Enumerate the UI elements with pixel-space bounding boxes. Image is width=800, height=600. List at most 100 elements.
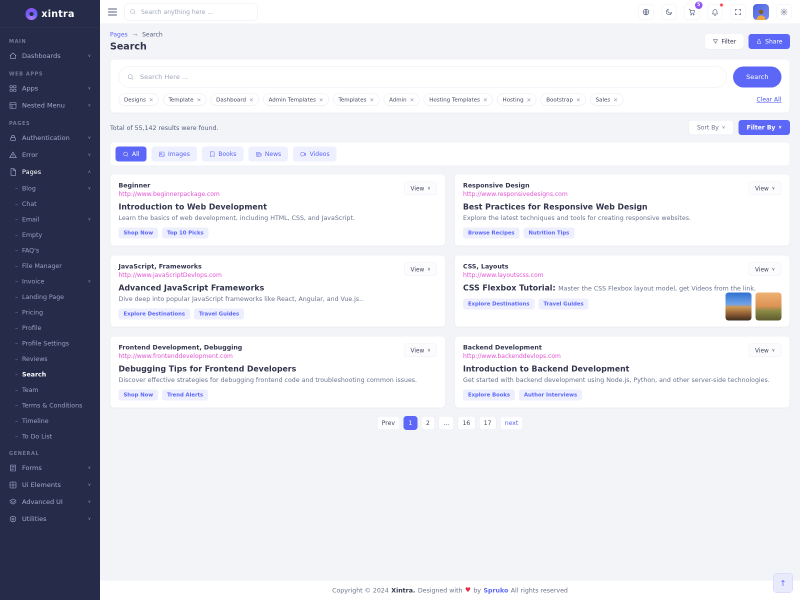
sidebar-item-dashboards[interactable]: Dashboards ∨ bbox=[0, 48, 100, 65]
search-tag-sales[interactable]: Sales × bbox=[590, 94, 623, 106]
sidebar-item-advanced-ui[interactable]: Advanced UI ∨ bbox=[0, 494, 100, 511]
result-url-link[interactable]: http://www.beginnerpackage.com bbox=[119, 191, 220, 198]
thumbnail-image[interactable] bbox=[756, 293, 782, 321]
header-search-input[interactable] bbox=[140, 8, 253, 16]
next-page-button[interactable]: next bbox=[500, 416, 523, 430]
result-title-link[interactable]: Introduction to Web Development bbox=[119, 203, 438, 212]
tag-remove-icon[interactable]: × bbox=[410, 96, 415, 103]
sidebar-subitem-terms-conditions[interactable]: – Terms & Conditions bbox=[0, 398, 100, 414]
page-button[interactable]: ... bbox=[438, 416, 454, 430]
search-tag-designs[interactable]: Designs × bbox=[119, 94, 159, 106]
tag-remove-icon[interactable]: × bbox=[483, 96, 488, 103]
search-tag-dashboard[interactable]: Dashboard × bbox=[211, 94, 259, 106]
tag-remove-icon[interactable]: × bbox=[249, 96, 254, 103]
sidebar-item-nested-menu[interactable]: Nested Menu ∨ bbox=[0, 97, 100, 114]
page-button-1[interactable]: 1 bbox=[403, 416, 417, 430]
notifications-button[interactable] bbox=[707, 4, 723, 20]
sidebar-item-forms[interactable]: Forms ∨ bbox=[0, 460, 100, 477]
tag-remove-icon[interactable]: × bbox=[197, 96, 202, 103]
sidebar-section-pages: PAGES bbox=[0, 114, 100, 130]
filter-by-button[interactable]: Filter By ∨ bbox=[739, 120, 790, 135]
sidebar-subitem-blog[interactable]: – Blog ∨ bbox=[0, 181, 100, 197]
search-tag-templates[interactable]: Templates × bbox=[333, 94, 380, 106]
page-button-17[interactable]: 17 bbox=[479, 416, 497, 430]
breadcrumb-pages-link[interactable]: Pages bbox=[110, 31, 128, 38]
result-title-link[interactable]: CSS Flexbox Tutorial: Master the CSS Fle… bbox=[463, 284, 782, 293]
user-avatar[interactable] bbox=[753, 4, 769, 20]
scroll-to-top-button[interactable]: ↑ bbox=[773, 573, 793, 593]
sidebar-item-error[interactable]: Error ∨ bbox=[0, 147, 100, 164]
sidebar-item-utilities[interactable]: Utilities ∨ bbox=[0, 511, 100, 528]
tab-all[interactable]: All bbox=[116, 147, 147, 162]
sort-by-button[interactable]: Sort By ∨ bbox=[688, 120, 733, 135]
tab-videos[interactable]: Videos bbox=[293, 147, 336, 162]
sidebar-subitem-reviews[interactable]: – Reviews bbox=[0, 351, 100, 367]
tab-news[interactable]: News bbox=[248, 147, 288, 162]
sidebar-item-pages[interactable]: Pages ∧ bbox=[0, 164, 100, 181]
main-search-input[interactable] bbox=[139, 73, 719, 82]
tab-images[interactable]: Images bbox=[151, 147, 196, 162]
result-title-link[interactable]: Introduction to Backend Development bbox=[463, 365, 782, 374]
search-tag-template[interactable]: Template × bbox=[163, 94, 207, 106]
tag-remove-icon[interactable]: × bbox=[369, 96, 374, 103]
share-button[interactable]: Share bbox=[749, 34, 790, 49]
fullscreen-button[interactable] bbox=[730, 4, 746, 20]
tag-remove-icon[interactable]: × bbox=[527, 96, 532, 103]
view-button[interactable]: View∨ bbox=[749, 182, 782, 196]
result-title-link[interactable]: Best Practices for Responsive Web Design bbox=[463, 203, 782, 212]
tab-books[interactable]: Books bbox=[202, 147, 244, 162]
search-tag-hosting[interactable]: Hosting × bbox=[497, 94, 537, 106]
sidebar-subitem-timeline[interactable]: – Timeline bbox=[0, 413, 100, 429]
search-tag-bootstrap[interactable]: Bootstrap × bbox=[541, 94, 586, 106]
sidebar-subitem-to-do-list[interactable]: – To Do List bbox=[0, 429, 100, 445]
sidebar-toggle-button[interactable] bbox=[108, 8, 117, 15]
search-tag-hosting-templates[interactable]: Hosting Templates × bbox=[424, 94, 493, 106]
search-tag-admin-templates[interactable]: Admin Templates × bbox=[263, 94, 329, 106]
dark-mode-button[interactable] bbox=[661, 4, 677, 20]
cart-button[interactable]: 5 bbox=[684, 4, 700, 20]
tag-remove-icon[interactable]: × bbox=[613, 96, 618, 103]
search-submit-button[interactable]: Search bbox=[733, 67, 781, 88]
view-button[interactable]: View∨ bbox=[404, 263, 437, 277]
search-tag-admin[interactable]: Admin × bbox=[384, 94, 420, 106]
sidebar-item-apps[interactable]: Apps ∨ bbox=[0, 80, 100, 97]
credit-link[interactable]: Spruko bbox=[483, 587, 508, 595]
view-button[interactable]: View∨ bbox=[749, 263, 782, 277]
result-title-link[interactable]: Debugging Tips for Frontend Developers bbox=[119, 365, 438, 374]
language-button[interactable] bbox=[638, 4, 654, 20]
filter-button[interactable]: Filter bbox=[705, 34, 744, 49]
sidebar-subitem-landing-page[interactable]: – Landing Page bbox=[0, 289, 100, 305]
sidebar-subitem-invoice[interactable]: – Invoice ∨ bbox=[0, 274, 100, 290]
view-button[interactable]: View∨ bbox=[749, 344, 782, 358]
result-url-link[interactable]: http://www.backenddevlops.com bbox=[463, 353, 561, 360]
thumbnail-image[interactable] bbox=[726, 293, 752, 321]
result-url-link[interactable]: http://www.layoutscss.com bbox=[463, 272, 544, 279]
sidebar-subitem-profile-settings[interactable]: – Profile Settings bbox=[0, 336, 100, 352]
settings-button[interactable] bbox=[776, 4, 792, 20]
tag-remove-icon[interactable]: × bbox=[149, 96, 154, 103]
page-button-2[interactable]: 2 bbox=[421, 416, 435, 430]
view-button[interactable]: View∨ bbox=[404, 344, 437, 358]
result-url-link[interactable]: http://www.frontenddevelopment.com bbox=[119, 353, 243, 360]
tag-remove-icon[interactable]: × bbox=[319, 96, 324, 103]
sidebar-subitem-empty[interactable]: – Empty bbox=[0, 227, 100, 243]
prev-page-button[interactable]: Prev bbox=[377, 416, 400, 430]
sidebar-subitem-pricing[interactable]: – Pricing bbox=[0, 305, 100, 321]
sidebar-subitem-team[interactable]: – Team bbox=[0, 382, 100, 398]
sidebar-subitem-file-manager[interactable]: – File Manager bbox=[0, 258, 100, 274]
sidebar-subitem-profile[interactable]: – Profile bbox=[0, 320, 100, 336]
result-url-link[interactable]: http://www.responsivedesigns.com bbox=[463, 191, 568, 198]
sidebar-subitem-email[interactable]: – Email ∨ bbox=[0, 212, 100, 228]
brand-logo[interactable]: xintra bbox=[0, 0, 100, 28]
sidebar-subitem-faq-s[interactable]: – FAQ's bbox=[0, 243, 100, 259]
tag-remove-icon[interactable]: × bbox=[576, 96, 581, 103]
view-button[interactable]: View∨ bbox=[404, 182, 437, 196]
sidebar-subitem-chat[interactable]: – Chat bbox=[0, 196, 100, 212]
result-title-link[interactable]: Advanced JavaScript Frameworks bbox=[119, 284, 438, 293]
sidebar-item-ui-elements[interactable]: Ui Elements ∨ bbox=[0, 477, 100, 494]
page-button-16[interactable]: 16 bbox=[458, 416, 476, 430]
sidebar-subitem-search[interactable]: – Search bbox=[0, 367, 100, 383]
clear-all-link[interactable]: Clear All bbox=[756, 96, 781, 103]
sidebar-item-authentication[interactable]: Authentication ∨ bbox=[0, 130, 100, 147]
result-url-link[interactable]: http://www.javaScriptDevlops.com bbox=[119, 272, 222, 279]
